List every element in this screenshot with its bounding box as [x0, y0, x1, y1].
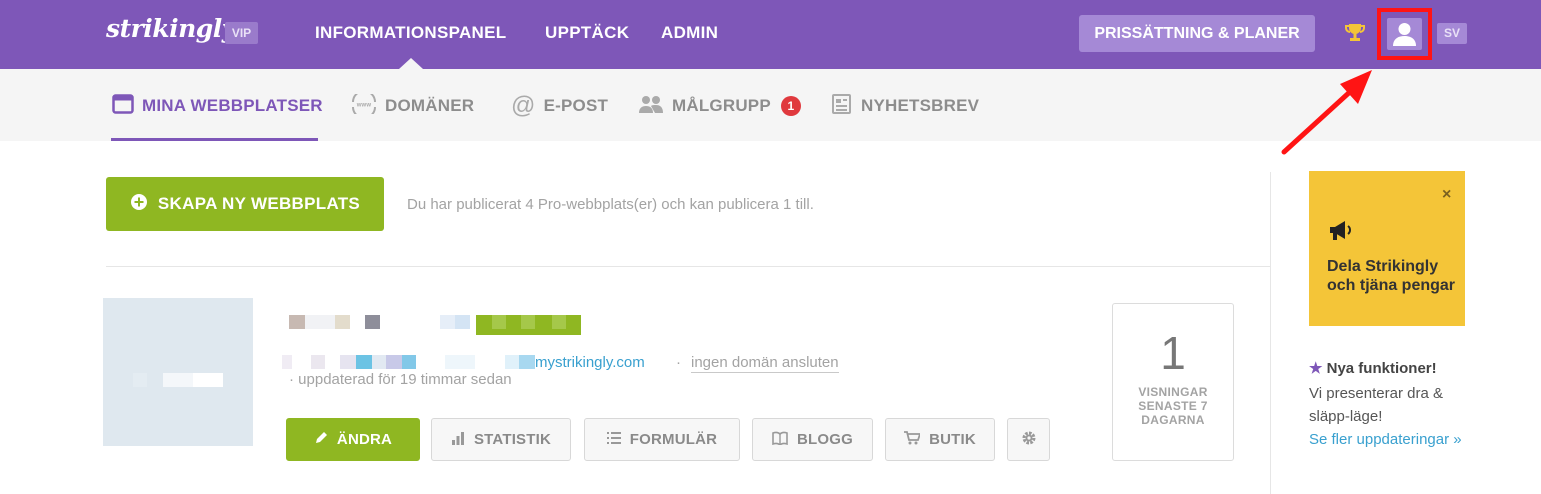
tab-newsletter[interactable]: NYHETSBREV [831, 93, 980, 119]
promo-text: Dela Strikingly och tjäna pengar [1327, 258, 1456, 294]
megaphone-icon [1327, 218, 1353, 247]
plus-circle-icon [130, 193, 148, 216]
site-thumbnail[interactable] [103, 298, 253, 446]
statistics-label: STATISTIK [473, 431, 552, 448]
bar-chart-icon [451, 431, 465, 449]
forms-label: FORMULÄR [629, 431, 718, 448]
sidebar-divider [1270, 172, 1271, 494]
separator-dot: · [289, 371, 294, 388]
tab-my-sites[interactable]: MINA WEBBPLATSER [112, 93, 323, 119]
create-button-label: SKAPA NY WEBBPLATS [157, 194, 361, 213]
edit-button[interactable]: ÄNDRA [286, 418, 420, 461]
last-updated-text: uppdaterad för 19 timmar sedan [298, 371, 512, 388]
active-nav-caret [399, 58, 423, 69]
statistics-button[interactable]: STATISTIK [431, 418, 571, 461]
blog-label: BLOGG [797, 431, 853, 448]
store-button[interactable]: BUTIK [885, 418, 995, 461]
tab-domains[interactable]: www DOMÄNER [351, 89, 475, 119]
tab-label: NYHETSBREV [861, 96, 980, 115]
user-avatar-icon[interactable] [1387, 18, 1422, 50]
language-selector[interactable]: SV [1437, 23, 1467, 44]
forms-button[interactable]: FORMULÄR [584, 418, 740, 461]
referral-promo-card[interactable]: × Dela Strikingly och tjäna pengar [1309, 171, 1465, 326]
tab-email[interactable]: @ E-POST [511, 92, 609, 119]
tab-label: E-POST [543, 96, 609, 115]
audience-count-badge: 1 [780, 96, 801, 116]
views-stat-box: 1 VISNINGAR SENASTE 7 DAGARNA [1112, 303, 1234, 461]
browser-window-icon [112, 93, 134, 119]
tab-label: MÅLGRUPP [672, 96, 771, 115]
nav-dashboard[interactable]: INFORMATIONSPANEL [315, 23, 506, 43]
list-icon [606, 431, 621, 448]
people-icon [638, 94, 664, 119]
content-divider [106, 266, 1270, 267]
user-menu-highlight [1377, 8, 1432, 60]
views-label: VISNINGAR SENASTE 7 DAGARNA [1138, 385, 1208, 427]
nav-discover[interactable]: UPPTÄCK [545, 23, 629, 43]
site-url-link[interactable]: mystrikingly.com [535, 354, 645, 371]
nav-admin[interactable]: ADMIN [661, 23, 718, 43]
book-icon [772, 431, 788, 449]
trophy-icon[interactable] [1343, 21, 1367, 50]
cart-icon [904, 430, 922, 449]
tab-label: MINA WEBBPLATSER [142, 96, 323, 115]
svg-text:www: www [356, 102, 372, 108]
at-icon: @ [511, 92, 536, 119]
pencil-icon [314, 431, 328, 449]
edit-label: ÄNDRA [336, 431, 393, 448]
views-count: 1 [1160, 327, 1186, 379]
www-icon: www [351, 89, 377, 119]
vip-badge: VIP [225, 22, 258, 44]
settings-button[interactable] [1007, 418, 1050, 461]
top-bar: strikingly VIP INFORMATIONSPANEL UPPTÄCK… [0, 0, 1541, 69]
star-icon: ★ [1309, 360, 1323, 377]
tab-audience[interactable]: MÅLGRUPP 1 [638, 95, 801, 117]
separator-dot: · [676, 354, 681, 371]
red-arrow-annotation [1281, 70, 1372, 155]
news-title: ★ Nya funktioner! [1309, 359, 1437, 377]
strikingly-logo[interactable]: strikingly [106, 14, 236, 43]
close-icon[interactable]: × [1442, 186, 1451, 204]
pricing-plans-button[interactable]: PRISSÄTTNING & PLANER [1079, 15, 1315, 52]
create-new-site-button[interactable]: SKAPA NY WEBBPLATS [106, 177, 384, 231]
no-domain-link[interactable]: ingen domän ansluten [691, 354, 839, 373]
blog-button[interactable]: BLOGG [752, 418, 873, 461]
active-tab-underline [111, 138, 318, 141]
news-body: Vi presenterar dra & släpp-läge! [1309, 385, 1443, 425]
news-title-text: Nya funktioner! [1326, 360, 1437, 377]
gear-icon [1021, 430, 1037, 450]
tab-label: DOMÄNER [385, 96, 475, 115]
publish-info: Du har publicerat 4 Pro-webbplats(er) oc… [407, 196, 814, 213]
newsletter-icon [831, 93, 853, 119]
last-updated: · uppdaterad för 19 timmar sedan [289, 371, 512, 388]
see-more-updates-link[interactable]: Se fler uppdateringar » [1309, 428, 1479, 451]
store-label: BUTIK [929, 431, 976, 448]
